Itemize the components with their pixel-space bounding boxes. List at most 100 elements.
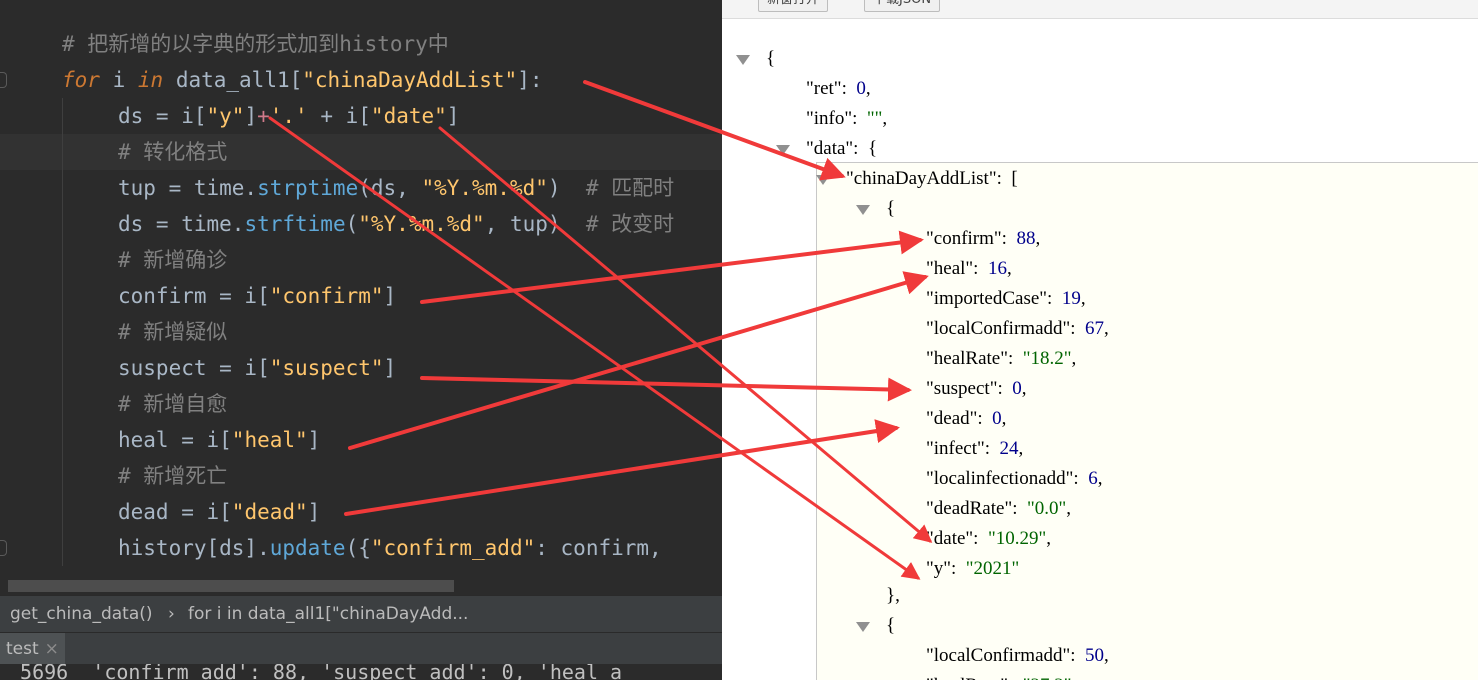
download-json-button[interactable]: 下载JSON — [864, 0, 941, 12]
fold-marker-icon[interactable] — [0, 540, 7, 556]
json-line: "date": "10.29", — [926, 527, 1051, 551]
json-value: 0 — [992, 408, 1002, 429]
json-line: "chinaDayAddList": [ — [846, 167, 1018, 191]
code-token: # 新增死亡 — [118, 464, 228, 488]
json-value: "27.2" — [1023, 675, 1072, 680]
json-line: "confirm": 88, — [926, 227, 1040, 251]
code-token: ( — [345, 212, 359, 236]
json-punct: : — [977, 408, 993, 429]
code-line[interactable]: suspect = i["suspect"] — [0, 350, 722, 386]
json-value: "" — [866, 108, 883, 129]
code-token: "%Y.%m.%d" — [358, 212, 485, 236]
code-token: "confirm" — [269, 284, 384, 308]
breadcrumb: get_china_data() › for i in data_all1["c… — [0, 595, 722, 632]
json-value: 0 — [1012, 378, 1022, 399]
json-punct: : — [997, 378, 1013, 399]
json-value: "0.0" — [1026, 498, 1067, 519]
code-line[interactable]: # 转化格式 — [0, 134, 722, 170]
code-text: ds = time.strftime("%Y.%m.%d", tup) # 改变… — [118, 206, 674, 242]
code-token: "date" — [370, 104, 447, 128]
code-token: "heal" — [231, 428, 308, 452]
code-line[interactable]: tup = time.strptime(ds, "%Y.%m.%d") # 匹配… — [0, 170, 722, 206]
json-punct: , — [1001, 408, 1007, 429]
code-token: history[ds]. — [118, 536, 270, 560]
json-punct: , — [1006, 258, 1012, 279]
json-punct: : — [1008, 675, 1023, 680]
json-punct: , — [1066, 498, 1071, 519]
code-token: strftime — [244, 212, 346, 236]
code-text: # 新增疑似 — [118, 314, 227, 350]
code-line[interactable]: heal = i["heal"] — [0, 422, 722, 458]
json-key: "localConfirmadd" — [926, 318, 1071, 339]
code-token: # 把新增的以字典的形式加到history中 — [62, 32, 449, 56]
json-toolbar: 新窗打开 下载JSON — [722, 0, 1478, 19]
json-key: "infect" — [926, 438, 985, 459]
code-token: : confirm, — [535, 536, 662, 560]
collapse-toggle-icon[interactable] — [816, 175, 830, 185]
code-text: # 把新增的以字典的形式加到history中 — [62, 26, 449, 62]
code-token: strptime — [257, 176, 359, 200]
json-value: "18.2" — [1022, 348, 1072, 369]
collapse-toggle-icon[interactable] — [856, 205, 870, 215]
breadcrumb-loop[interactable]: for i in data_all1["chinaDayAdd... — [188, 596, 468, 632]
json-punct: : — [1001, 228, 1017, 249]
code-token: "confirm_add" — [370, 536, 536, 560]
breadcrumb-separator: › — [168, 604, 175, 624]
code-editor[interactable]: # 把新增的以字典的形式加到history中 for i in data_all1… — [0, 0, 722, 680]
code-text: # 新增确诊 — [118, 242, 227, 278]
fold-marker-icon[interactable] — [0, 72, 7, 88]
code-text: # 转化格式 — [118, 134, 227, 170]
collapse-toggle-icon[interactable] — [856, 622, 870, 632]
code-line[interactable]: ds = i["y"]+'.' + i["date"] — [0, 98, 722, 134]
json-key: "chinaDayAddList" — [846, 168, 997, 189]
run-tab-test[interactable]: test × — [0, 633, 65, 665]
json-key: "suspect" — [926, 378, 998, 399]
code-text: # 新增死亡 — [118, 458, 227, 494]
close-icon[interactable]: × — [45, 639, 59, 659]
json-value: 0 — [856, 78, 866, 99]
json-line: "healRate": "18.2", — [926, 347, 1076, 371]
json-punct: : — [1073, 468, 1089, 489]
code-token: "dead" — [231, 500, 308, 524]
collapse-toggle-icon[interactable] — [776, 145, 790, 155]
json-punct: , — [1104, 318, 1109, 339]
json-line: "deadRate": "0.0", — [926, 497, 1071, 521]
code-line[interactable]: # 新增死亡 — [0, 458, 722, 494]
code-line[interactable]: for i in data_all1["chinaDayAddList"]: — [0, 62, 722, 98]
code-text: heal = i["heal"] — [118, 422, 320, 458]
breadcrumb-function[interactable]: get_china_data() — [10, 596, 153, 632]
json-punct: : — [852, 108, 867, 129]
code-token: data_all1[ — [163, 68, 303, 92]
code-line[interactable]: confirm = i["confirm"] — [0, 278, 722, 314]
code-line[interactable]: # 把新增的以字典的形式加到history中 — [0, 26, 722, 62]
code-line[interactable]: # 新增疑似 — [0, 314, 722, 350]
horizontal-scrollbar-thumb[interactable] — [8, 580, 454, 592]
json-line: { — [766, 47, 775, 71]
json-punct: , — [1080, 288, 1086, 309]
code-token: tup = time. — [118, 176, 258, 200]
code-text: tup = time.strptime(ds, "%Y.%m.%d") # 匹配… — [118, 170, 674, 206]
json-punct: , — [1104, 645, 1109, 666]
code-line[interactable]: history[ds].update({"confirm_add": confi… — [0, 530, 722, 566]
code-line[interactable]: # 新增确诊 — [0, 242, 722, 278]
code-line[interactable]: ds = time.strftime("%Y.%m.%d", tup) # 改变… — [0, 206, 722, 242]
json-line: }, — [886, 584, 900, 608]
code-token: ] — [446, 104, 460, 128]
collapse-toggle-icon[interactable] — [736, 55, 750, 65]
code-token: ] — [383, 284, 397, 308]
code-line[interactable]: # 新增自愈 — [0, 386, 722, 422]
code-token: , tup) — [484, 212, 586, 236]
json-line: "ret": 0, — [806, 77, 871, 101]
code-token: in — [137, 68, 164, 92]
json-line: { — [886, 197, 895, 221]
code-token: heal = i[ — [118, 428, 232, 452]
code-token: (ds, — [358, 176, 422, 200]
json-punct: , — [865, 78, 871, 99]
json-viewer[interactable]: 新窗打开 下载JSON {"ret": 0,"info": "","data":… — [722, 0, 1478, 680]
code-token: suspect = i[ — [118, 356, 270, 380]
code-token: # 改变时 — [585, 212, 675, 236]
open-new-window-button[interactable]: 新窗打开 — [758, 0, 829, 12]
code-token: ds = i[ — [118, 104, 207, 128]
json-punct: : { — [853, 138, 878, 159]
code-line[interactable]: dead = i["dead"] — [0, 494, 722, 530]
